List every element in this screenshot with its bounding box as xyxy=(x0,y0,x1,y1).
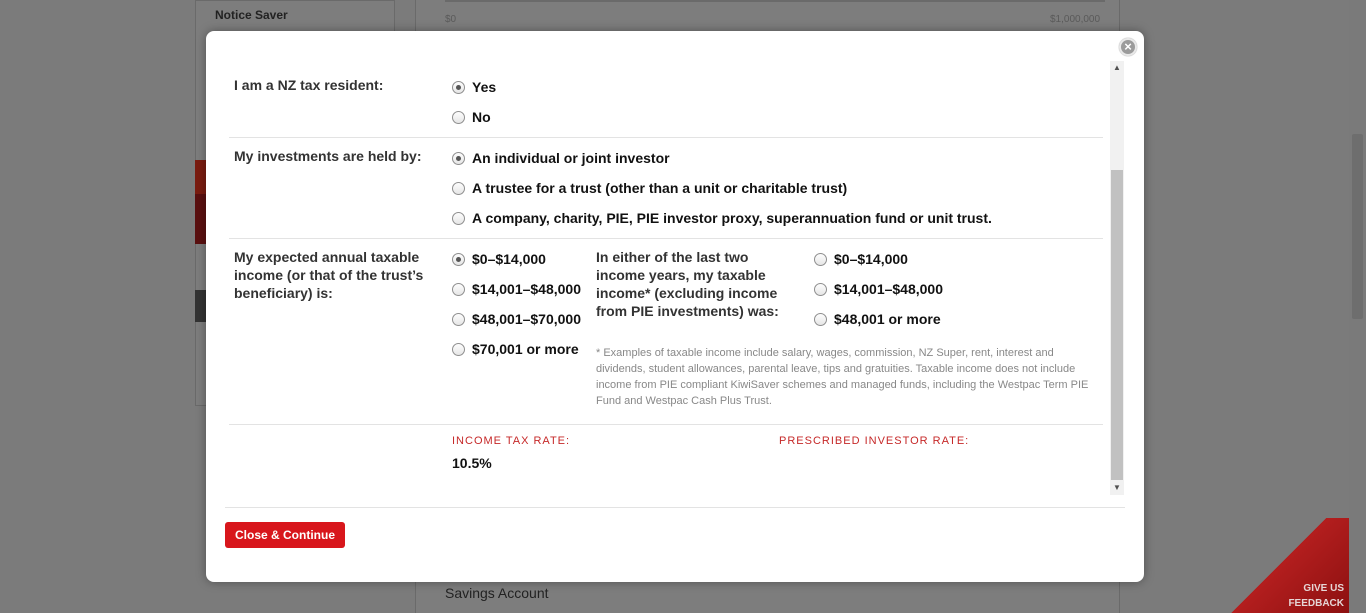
radio-yes[interactable] xyxy=(452,80,465,94)
tax-resident-no-option[interactable]: No xyxy=(452,109,491,125)
investor-company-option[interactable]: A company, charity, PIE, PIE investor pr… xyxy=(452,210,992,226)
savings-account-label: Savings Account xyxy=(445,585,549,601)
radio-past-income-2[interactable] xyxy=(814,282,827,296)
scroll-up-arrow-icon[interactable]: ▲ xyxy=(1110,61,1124,75)
income-option-4-label: $70,001 or more xyxy=(472,341,579,357)
income-tax-rate-value: 10.5% xyxy=(452,455,492,471)
investor-individual-option[interactable]: An individual or joint investor xyxy=(452,150,670,166)
past-income-option-2-label: $14,001–$48,000 xyxy=(834,281,943,297)
close-continue-button[interactable]: Close & Continue xyxy=(225,522,345,548)
tax-resident-yes-option[interactable]: Yes xyxy=(452,79,496,95)
income-option-1[interactable]: $0–$14,000 xyxy=(452,251,546,267)
scroll-down-arrow-icon[interactable]: ▼ xyxy=(1110,481,1124,495)
slider-min-label: $0 xyxy=(445,14,457,25)
page-scrollbar-thumb[interactable] xyxy=(1352,134,1363,319)
section-divider xyxy=(229,238,1103,239)
income-option-3[interactable]: $48,001–$70,000 xyxy=(452,311,581,327)
modal-scrollbar[interactable]: ▲ ▼ xyxy=(1110,61,1124,495)
modal-scroll-area[interactable]: I am a NZ tax resident: Yes No My invest… xyxy=(229,61,1103,495)
past-income-option-1-label: $0–$14,000 xyxy=(834,251,908,267)
income-option-3-label: $48,001–$70,000 xyxy=(472,311,581,327)
prescribed-investor-rate-label: PRESCRIBED INVESTOR RATE: xyxy=(779,435,970,447)
past-income-label: In either of the last two income years, … xyxy=(596,249,779,319)
section-divider xyxy=(229,424,1103,425)
radio-income-4[interactable] xyxy=(452,342,465,356)
past-income-option-1[interactable]: $0–$14,000 xyxy=(814,251,908,267)
investor-company-label: A company, charity, PIE, PIE investor pr… xyxy=(472,210,992,226)
past-income-option-3-label: $48,001 or more xyxy=(834,311,941,327)
radio-no[interactable] xyxy=(452,110,465,124)
taxable-income-footnote: * Examples of taxable income include sal… xyxy=(596,347,1089,407)
past-income-option-2[interactable]: $14,001–$48,000 xyxy=(814,281,943,297)
modal-footer-divider xyxy=(225,507,1125,508)
feedback-line-1: GIVE US xyxy=(1303,583,1344,594)
income-option-2-label: $14,001–$48,000 xyxy=(472,281,581,297)
investments-held-label: My investments are held by: xyxy=(234,148,422,164)
income-option-2[interactable]: $14,001–$48,000 xyxy=(452,281,581,297)
radio-company[interactable] xyxy=(452,211,465,225)
income-option-4[interactable]: $70,001 or more xyxy=(452,341,579,357)
radio-income-2[interactable] xyxy=(452,282,465,296)
radio-individual[interactable] xyxy=(452,151,465,165)
radio-past-income-3[interactable] xyxy=(814,312,827,326)
tax-resident-no-label: No xyxy=(472,109,491,125)
past-income-option-3[interactable]: $48,001 or more xyxy=(814,311,941,327)
investor-individual-label: An individual or joint investor xyxy=(472,150,670,166)
section-divider xyxy=(229,137,1103,138)
income-tax-rate-label: INCOME TAX RATE: xyxy=(452,435,571,447)
income-option-1-label: $0–$14,000 xyxy=(472,251,546,267)
feedback-line-2: FEEDBACK xyxy=(1288,598,1344,609)
radio-income-3[interactable] xyxy=(452,312,465,326)
radio-past-income-1[interactable] xyxy=(814,252,827,266)
feedback-link[interactable]: GIVE US FEEDBACK xyxy=(1288,581,1344,611)
background-slider-track xyxy=(445,0,1105,2)
expected-income-label: My expected annual taxable income (or th… xyxy=(234,249,424,301)
tax-resident-yes-label: Yes xyxy=(472,79,497,95)
investor-trustee-option[interactable]: A trustee for a trust (other than a unit… xyxy=(452,180,847,196)
close-icon[interactable]: × xyxy=(1119,38,1137,56)
radio-trustee[interactable] xyxy=(452,181,465,195)
sidebar-item-notice-saver: Notice Saver xyxy=(215,8,288,22)
investor-trustee-label: A trustee for a trust (other than a unit… xyxy=(472,180,848,196)
slider-max-label: $1,000,000 xyxy=(1050,14,1101,25)
tax-resident-label: I am a NZ tax resident: xyxy=(234,77,384,93)
radio-income-1[interactable] xyxy=(452,252,465,266)
modal-scrollbar-thumb[interactable] xyxy=(1111,170,1123,480)
